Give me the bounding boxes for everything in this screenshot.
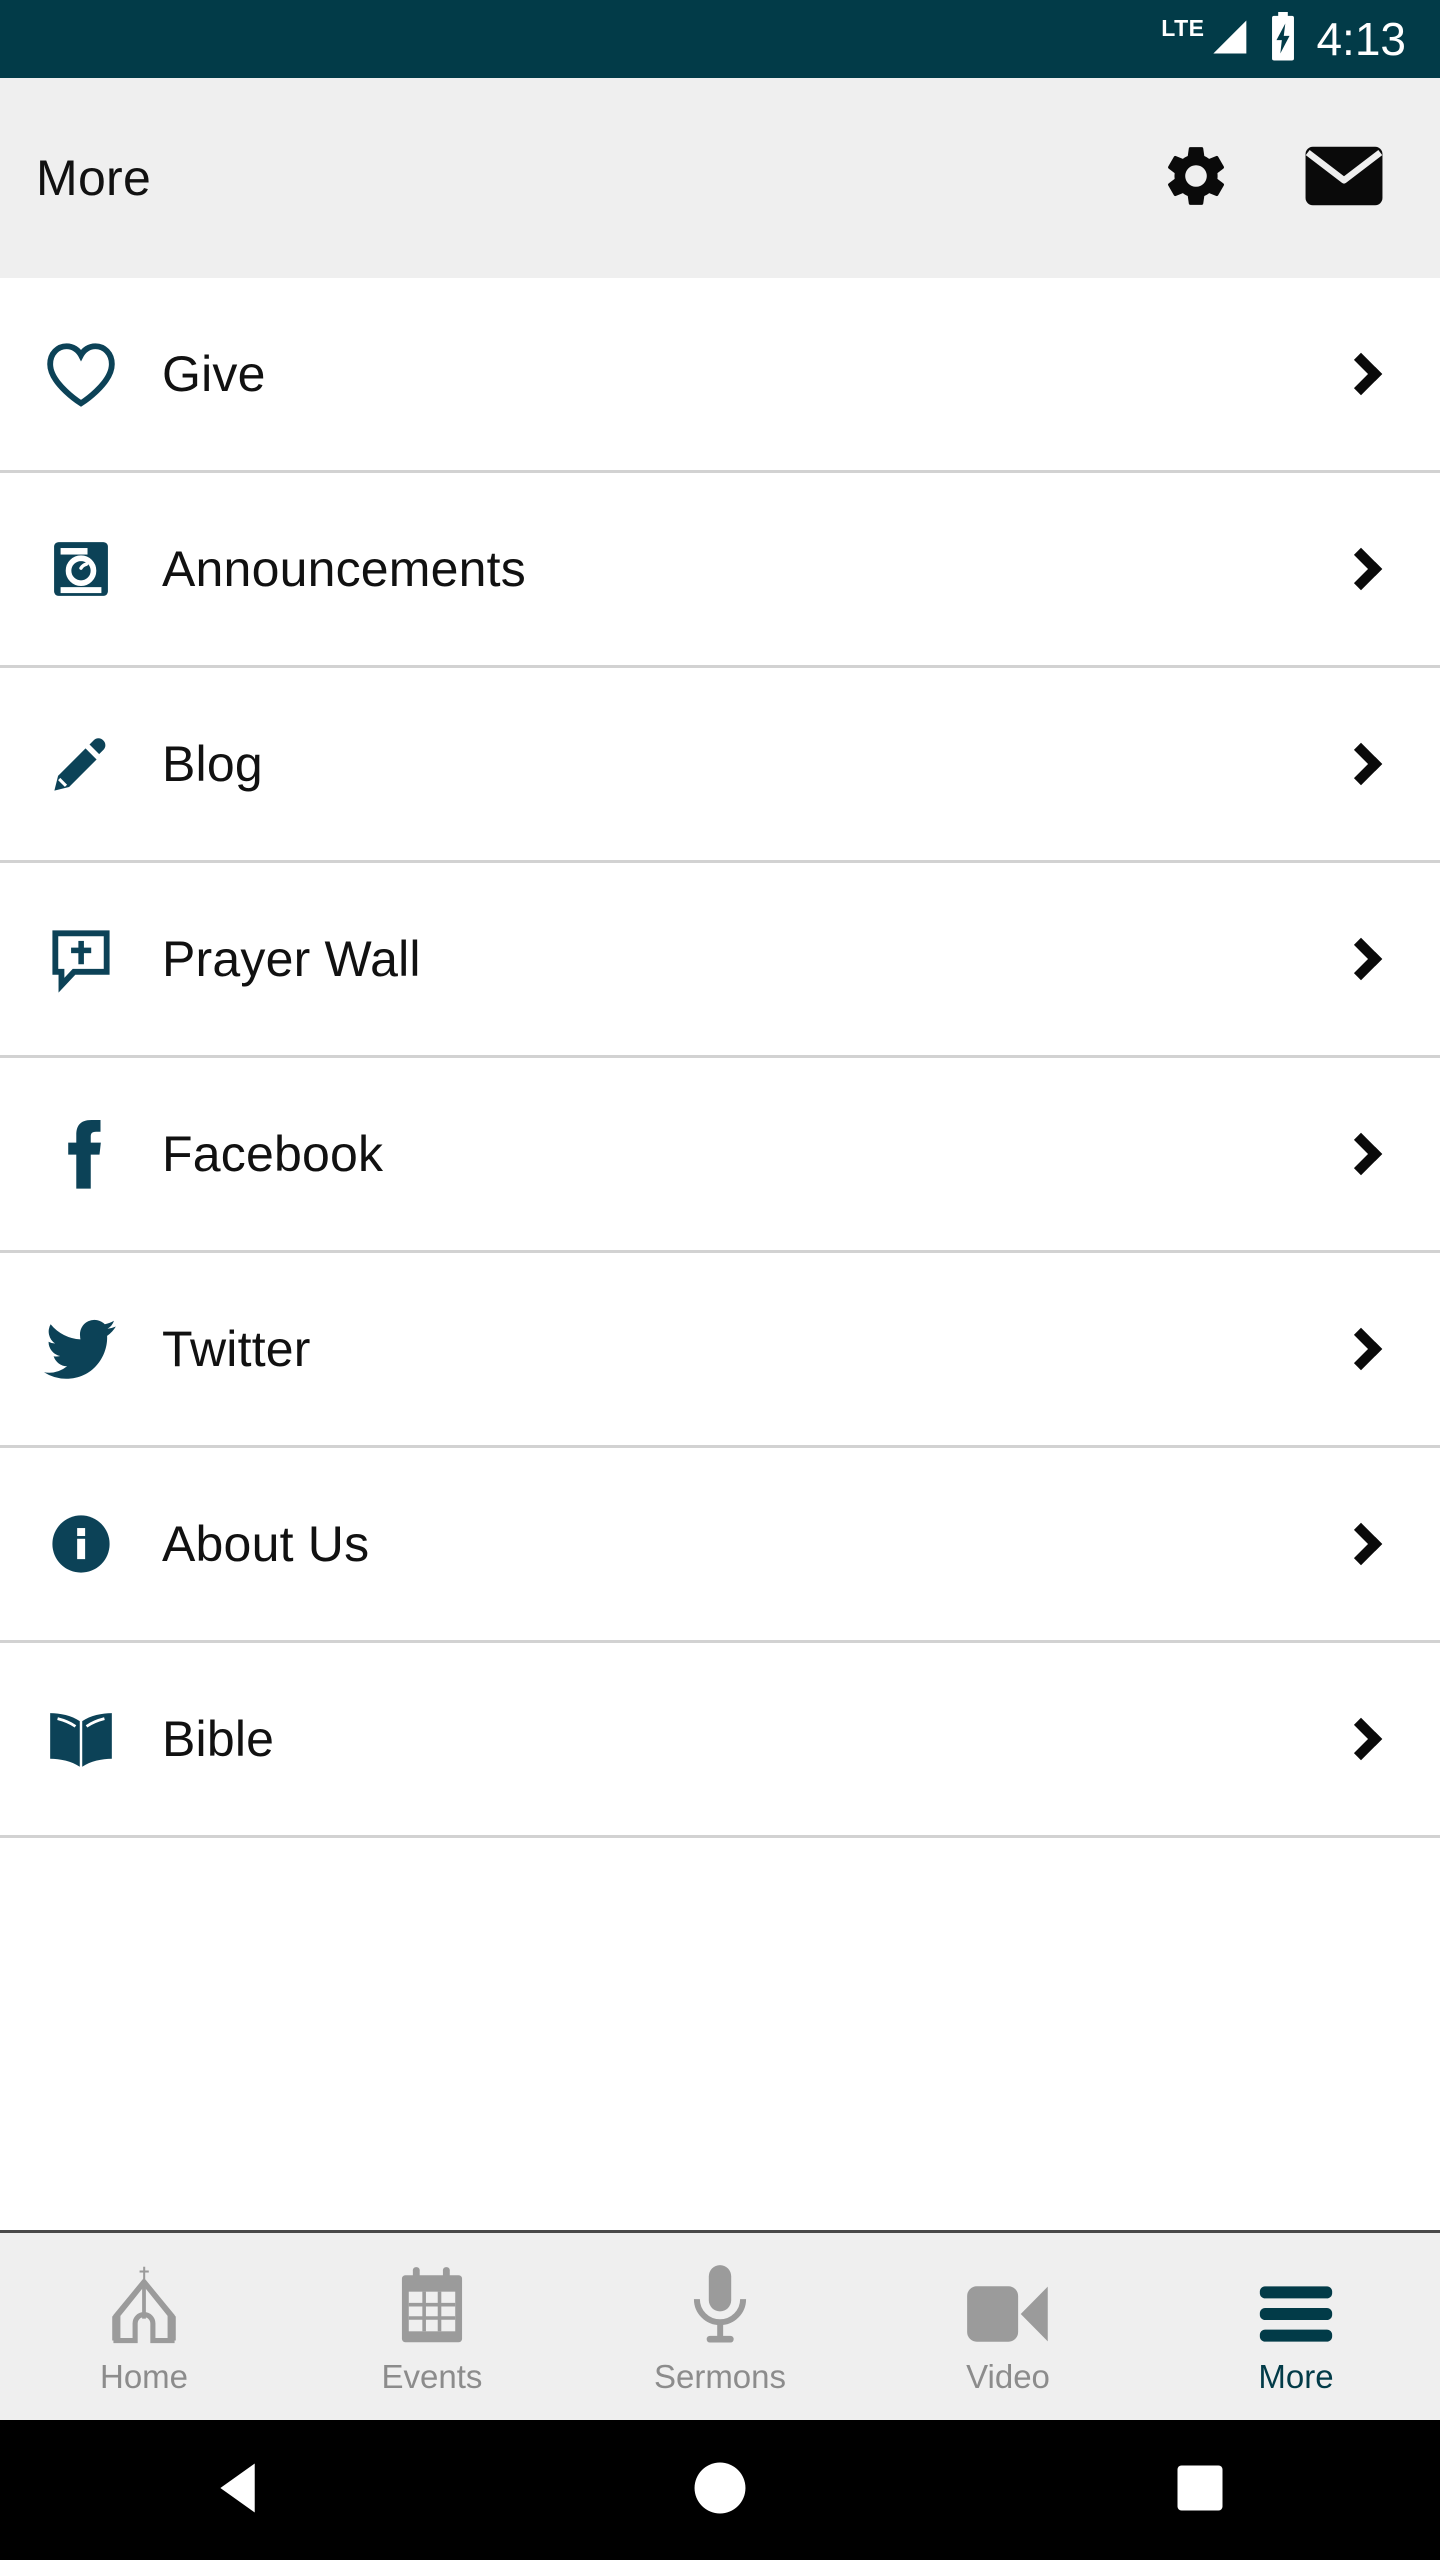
menu-item-about-us[interactable]: About Us xyxy=(0,1448,1440,1643)
info-circle-icon xyxy=(0,1511,162,1577)
tab-more[interactable]: More xyxy=(1152,2233,1440,2420)
open-book-icon xyxy=(0,1708,162,1770)
twitter-bird-icon xyxy=(0,1317,162,1381)
nav-home-button[interactable] xyxy=(630,2460,810,2521)
app-header: More xyxy=(0,78,1440,278)
back-triangle-icon xyxy=(215,2461,265,2520)
tab-label: Home xyxy=(99,2358,189,2395)
menu-item-blog[interactable]: Blog xyxy=(0,668,1440,863)
android-nav-bar xyxy=(0,2420,1440,2560)
menu-item-give[interactable]: Give xyxy=(0,278,1440,473)
more-menu-list: Give Announcements Blog Prayer Wall Face… xyxy=(0,278,1440,1838)
chevron-right-icon xyxy=(1330,937,1400,981)
hamburger-icon xyxy=(1257,2260,1335,2346)
pencil-icon xyxy=(0,730,162,798)
menu-item-facebook[interactable]: Facebook xyxy=(0,1058,1440,1253)
signal-triangle-icon xyxy=(1206,15,1250,64)
menu-item-label: Twitter xyxy=(162,1321,311,1377)
tab-video[interactable]: Video xyxy=(864,2233,1152,2420)
chevron-right-icon xyxy=(1330,352,1400,396)
bottom-tab-bar: Home Events Sermons Video More xyxy=(0,2230,1440,2420)
empty-content-area xyxy=(0,1838,1440,2230)
chevron-right-icon xyxy=(1330,1327,1400,1371)
tab-home[interactable]: Home xyxy=(0,2233,288,2420)
menu-item-label: About Us xyxy=(162,1516,370,1572)
video-camera-icon xyxy=(963,2260,1053,2346)
chevron-right-icon xyxy=(1330,547,1400,591)
calendar-icon xyxy=(393,2260,471,2346)
chevron-right-icon xyxy=(1330,1132,1400,1176)
speech-bubble-cross-icon xyxy=(0,924,162,994)
page-title: More xyxy=(36,150,152,206)
network-type-label: LTE xyxy=(1161,14,1205,41)
nav-back-button[interactable] xyxy=(150,2461,330,2520)
tab-label: Sermons xyxy=(653,2358,787,2395)
church-icon xyxy=(101,2260,187,2346)
microphone-icon xyxy=(687,2260,753,2346)
header-actions xyxy=(1160,140,1404,217)
signal-indicator: LTE xyxy=(1161,15,1250,64)
tab-label: Video xyxy=(966,2358,1050,2395)
menu-item-label: Prayer Wall xyxy=(162,931,421,987)
menu-item-twitter[interactable]: Twitter xyxy=(0,1253,1440,1448)
mail-button[interactable] xyxy=(1304,144,1384,213)
chevron-right-icon xyxy=(1330,1522,1400,1566)
heart-outline-icon xyxy=(0,340,162,408)
menu-item-announcements[interactable]: Announcements xyxy=(0,473,1440,668)
battery-charging-icon xyxy=(1266,11,1300,67)
menu-item-label: Give xyxy=(162,346,266,402)
home-circle-icon xyxy=(692,2460,748,2521)
envelope-icon xyxy=(1304,144,1384,213)
gear-icon xyxy=(1160,140,1232,217)
chevron-right-icon xyxy=(1330,1717,1400,1761)
app-screen: LTE 4:13 More Give Announcements Blog Pr… xyxy=(0,0,1440,2560)
facebook-icon xyxy=(0,1117,162,1191)
tab-sermons[interactable]: Sermons xyxy=(576,2233,864,2420)
menu-item-label: Announcements xyxy=(162,541,526,597)
menu-item-label: Facebook xyxy=(162,1126,384,1182)
settings-button[interactable] xyxy=(1160,140,1232,217)
tab-label: More xyxy=(1258,2358,1334,2395)
chevron-right-icon xyxy=(1330,742,1400,786)
menu-item-label: Blog xyxy=(162,736,263,792)
camera-icon xyxy=(0,535,162,603)
tab-events[interactable]: Events xyxy=(288,2233,576,2420)
menu-item-prayer-wall[interactable]: Prayer Wall xyxy=(0,863,1440,1058)
nav-recents-button[interactable] xyxy=(1110,2463,1290,2518)
status-bar: LTE 4:13 xyxy=(0,0,1440,78)
tab-label: Events xyxy=(381,2358,483,2395)
clock-time: 4:13 xyxy=(1316,13,1406,65)
menu-item-label: Bible xyxy=(162,1711,275,1767)
recents-square-icon xyxy=(1175,2463,1225,2518)
menu-item-bible[interactable]: Bible xyxy=(0,1643,1440,1838)
